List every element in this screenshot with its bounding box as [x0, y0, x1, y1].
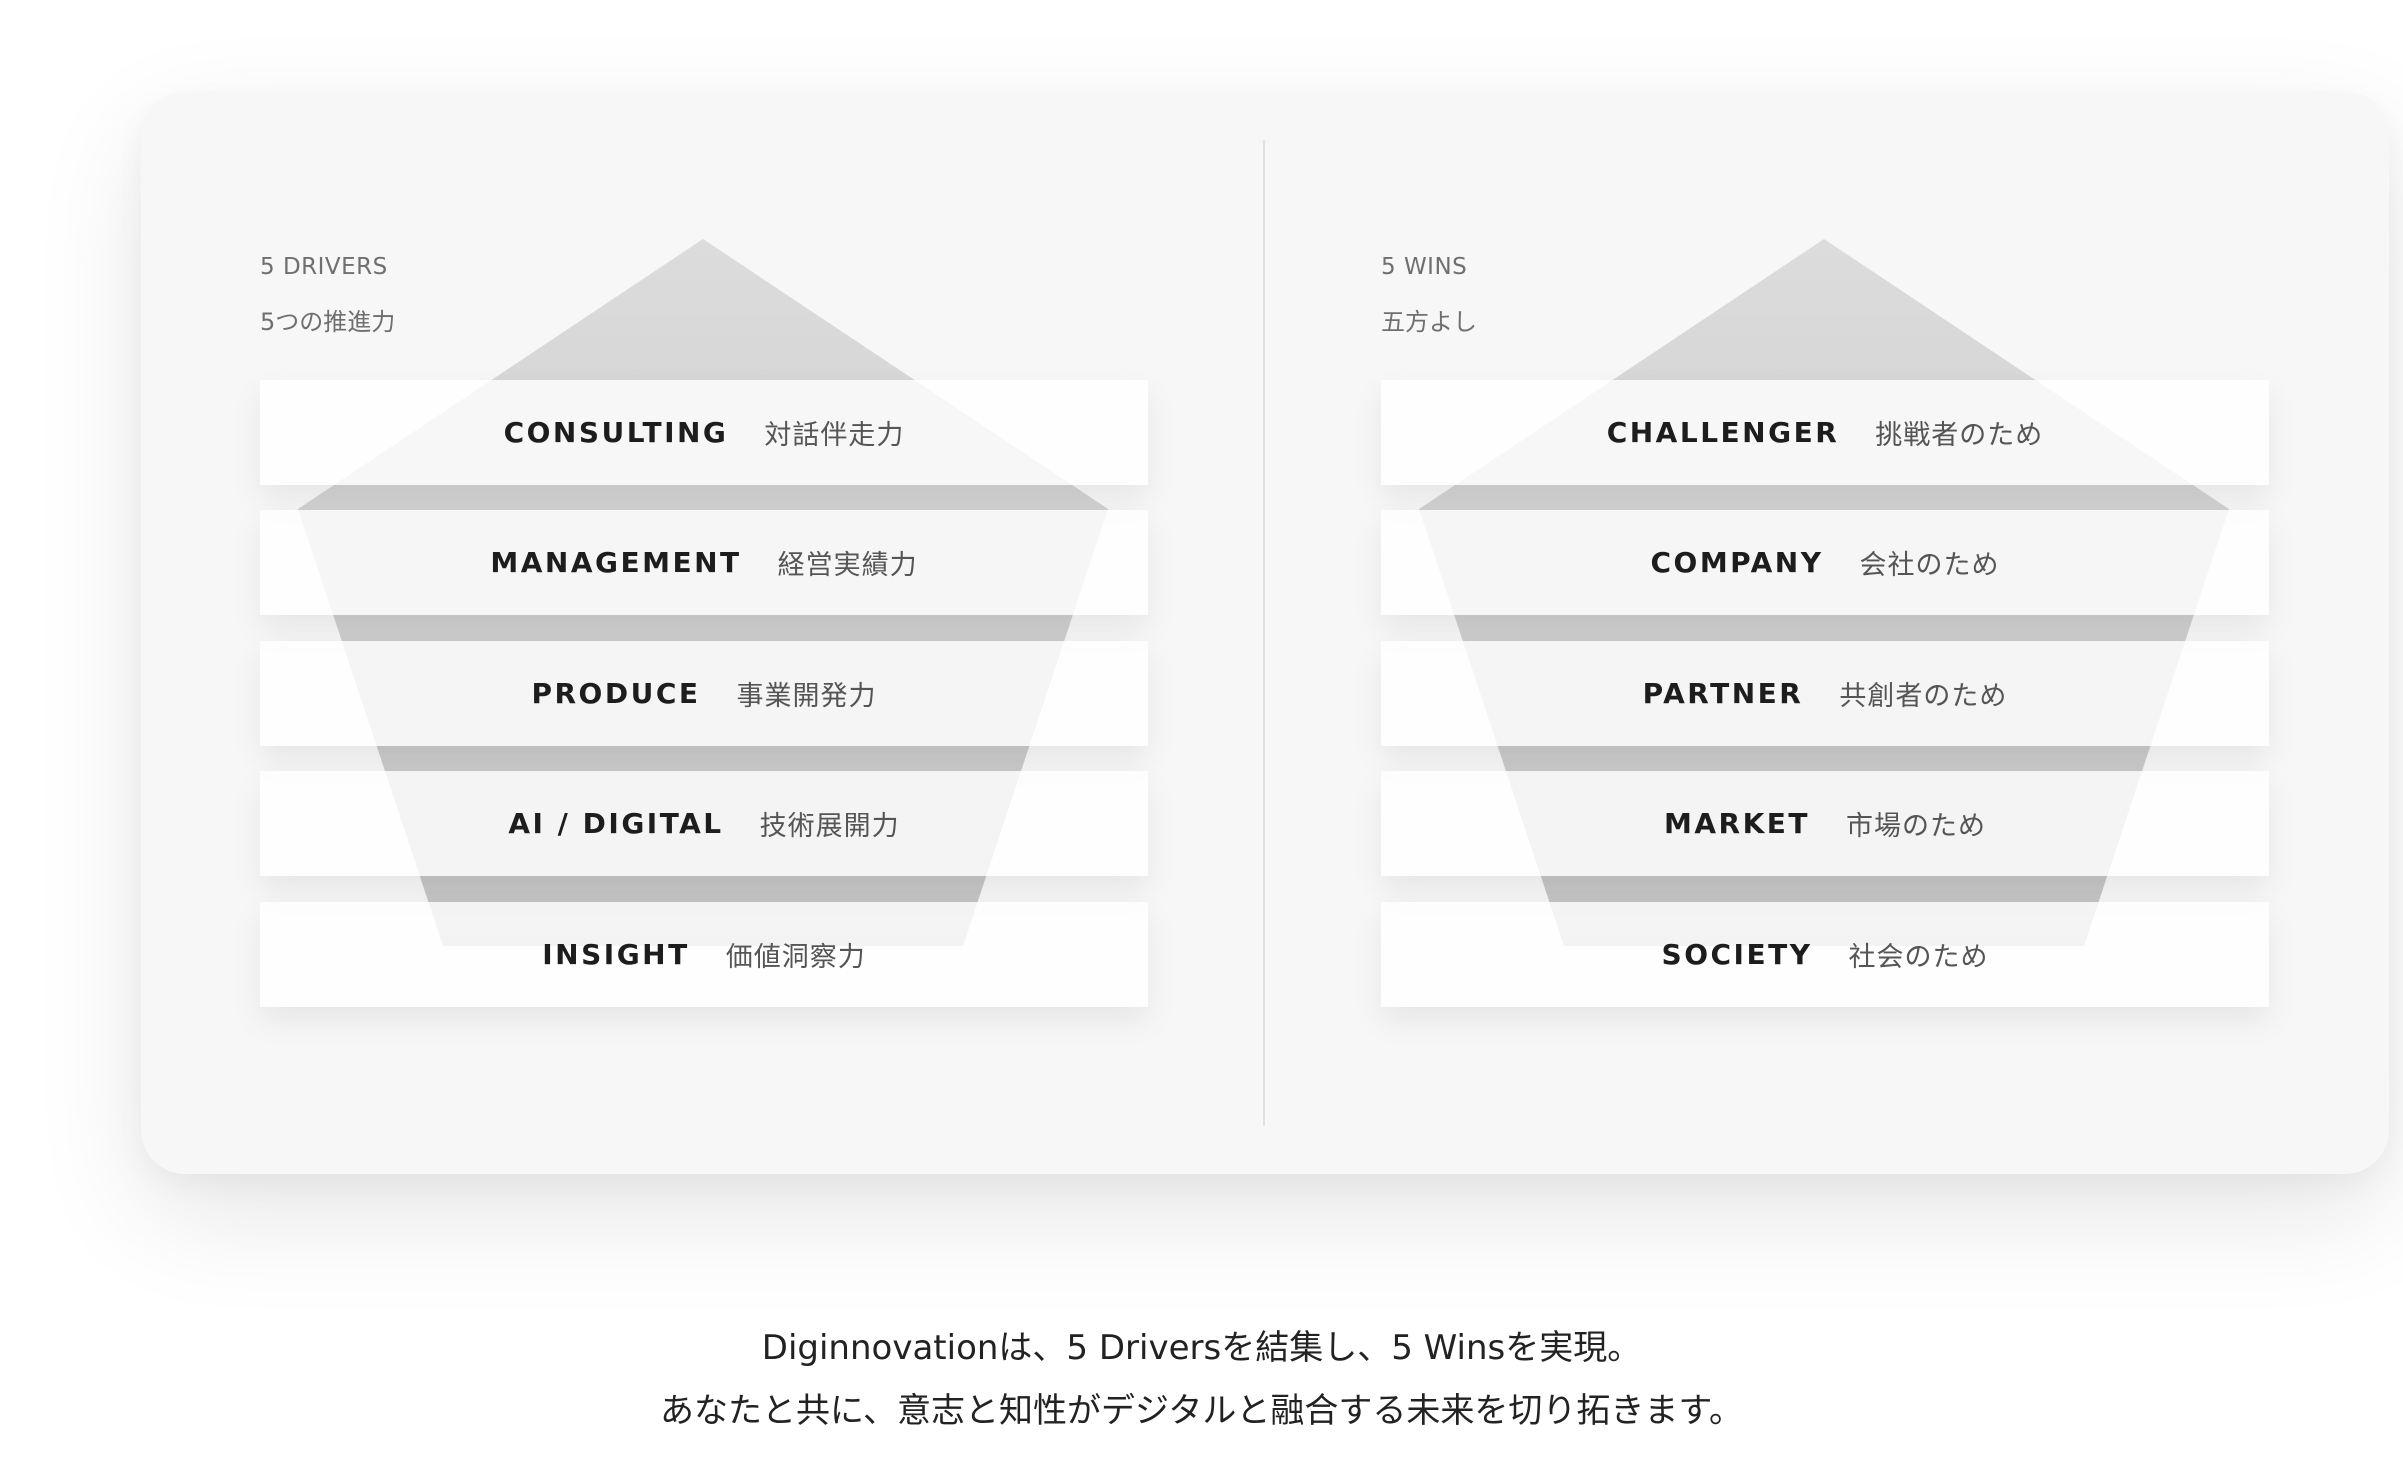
win-name-en: SOCIETY [1661, 938, 1813, 971]
driver-card-management: MANAGEMENT 経営実績力 [260, 510, 1148, 615]
win-name-en: CHALLENGER [1606, 416, 1840, 449]
driver-card-consulting: CONSULTING 対話伴走力 [260, 380, 1148, 485]
win-card-partner: PARTNER 共創者のため [1381, 641, 2269, 746]
driver-name-jp: 価値洞察力 [725, 942, 866, 973]
tagline-line-1: Diginnovationは、5 Driversを結集し、5 Winsを実現。 [761, 1328, 1642, 1368]
driver-card-produce: PRODUCE 事業開発力 [260, 641, 1148, 746]
driver-name-jp: 経営実績力 [777, 550, 918, 581]
win-name-en: MARKET [1663, 807, 1811, 840]
column-divider [1263, 140, 1265, 1126]
win-card-company: COMPANY 会社のため [1381, 510, 2269, 615]
wins-column: 5 WINS 五方よし CHALLENGER 挑戦者のため COMPANY 会社… [1381, 0, 2269, 1480]
driver-name-en: PRODUCE [531, 677, 701, 710]
driver-name-en: CONSULTING [503, 416, 729, 449]
win-name-jp: 共創者のため [1839, 681, 2008, 712]
win-card-challenger: CHALLENGER 挑戦者のため [1381, 380, 2269, 485]
wins-label-jp: 五方よし [1381, 308, 1477, 336]
driver-name-jp: 対話伴走力 [764, 420, 905, 451]
driver-name-en: MANAGEMENT [490, 546, 742, 579]
driver-card-insight: INSIGHT 価値洞察力 [260, 902, 1148, 1007]
win-name-jp: 会社のため [1859, 550, 2000, 581]
driver-name-en: INSIGHT [542, 938, 690, 971]
drivers-label-en: 5 DRIVERS [260, 254, 388, 280]
drivers-label-jp: 5つの推進力 [260, 308, 396, 336]
win-name-jp: 社会のため [1848, 942, 1989, 973]
win-name-en: COMPANY [1650, 546, 1824, 579]
win-name-en: PARTNER [1642, 677, 1804, 710]
win-card-market: MARKET 市場のため [1381, 771, 2269, 876]
win-name-jp: 挑戦者のため [1875, 420, 2044, 451]
drivers-column: 5 DRIVERS 5つの推進力 CONSULTING 対話伴走力 MANAGE… [260, 0, 1148, 1480]
driver-name-jp: 技術展開力 [759, 811, 900, 842]
wins-label-en: 5 WINS [1381, 254, 1468, 280]
driver-name-en: AI / DIGITAL [508, 807, 724, 840]
driver-card-ai-digital: AI / DIGITAL 技術展開力 [260, 771, 1148, 876]
win-name-jp: 市場のため [1846, 811, 1987, 842]
tagline-line-2: あなたと共に、意志と知性がデジタルと融合する未来を切り拓きます。 [660, 1391, 1743, 1431]
driver-name-jp: 事業開発力 [736, 681, 877, 712]
win-card-society: SOCIETY 社会のため [1381, 902, 2269, 1007]
